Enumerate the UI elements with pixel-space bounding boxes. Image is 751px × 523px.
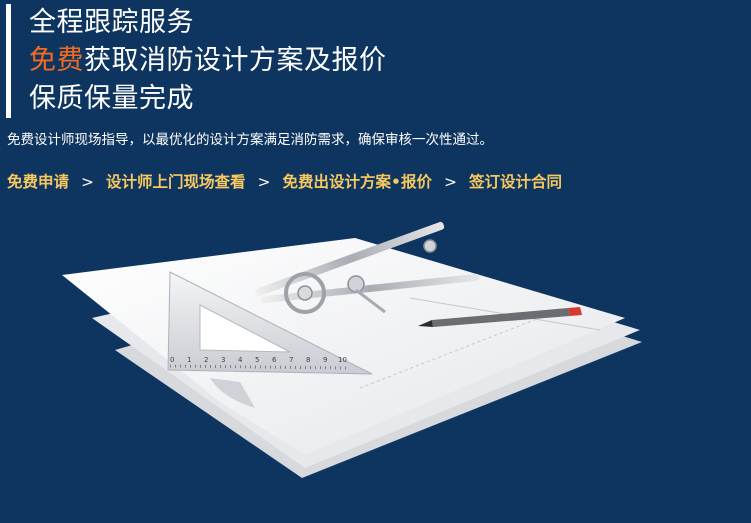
ruler-tick-label: 4	[238, 356, 243, 364]
step-sign-contract[interactable]: 签订设计合同	[469, 170, 562, 192]
ruler-tick-label: 1	[187, 356, 191, 364]
ruler-tick-label: 9	[323, 356, 327, 364]
service-description: 免费设计师现场指导，以最优化的设计方案满足消防需求，确保审核一次性通过。	[7, 132, 493, 148]
compass-joint	[347, 275, 365, 293]
ruler-tick-label: 5	[255, 356, 259, 364]
headline-line-2: 免费获取消防设计方案及报价	[29, 42, 387, 80]
paper-sheets	[62, 238, 642, 478]
ruler-tick-label: 6	[272, 356, 277, 364]
step-separator: >	[443, 173, 457, 191]
compass-hinge-center	[297, 285, 313, 301]
compass-joint	[423, 239, 437, 253]
headline-accent-free: 免费	[29, 45, 84, 76]
step-site-visit[interactable]: 设计师上门现场查看	[106, 170, 246, 192]
pencil-eraser	[568, 307, 582, 316]
step-design-quote[interactable]: 免费出设计方案•报价	[283, 170, 432, 192]
ruler-tick-label: 0	[170, 356, 174, 364]
ruler-tick-label: 3	[221, 356, 225, 364]
ruler-tick-label: 10	[338, 356, 347, 364]
drafting-tools-illustration: 0 1 2 3 4 5 6 7 8 9 10	[62, 221, 642, 478]
process-steps: 免费申请 > 设计师上门现场查看 > 免费出设计方案•报价 > 签订设计合同	[7, 170, 562, 192]
ruler-tick-label: 8	[306, 356, 310, 364]
ruler-tick-label: 7	[289, 356, 293, 364]
headline-line-1: 全程跟踪服务	[29, 7, 194, 38]
headline-line-3: 保质保量完成	[29, 83, 194, 114]
step-apply[interactable]: 免费申请	[7, 170, 69, 192]
step-separator: >	[81, 173, 95, 191]
step-separator: >	[257, 173, 271, 191]
headline-block: 全程跟踪服务 免费获取消防设计方案及报价 保质保量完成	[6, 4, 387, 118]
ruler-tick-label: 2	[204, 356, 208, 364]
headline-line-2-rest: 获取消防设计方案及报价	[84, 45, 387, 76]
